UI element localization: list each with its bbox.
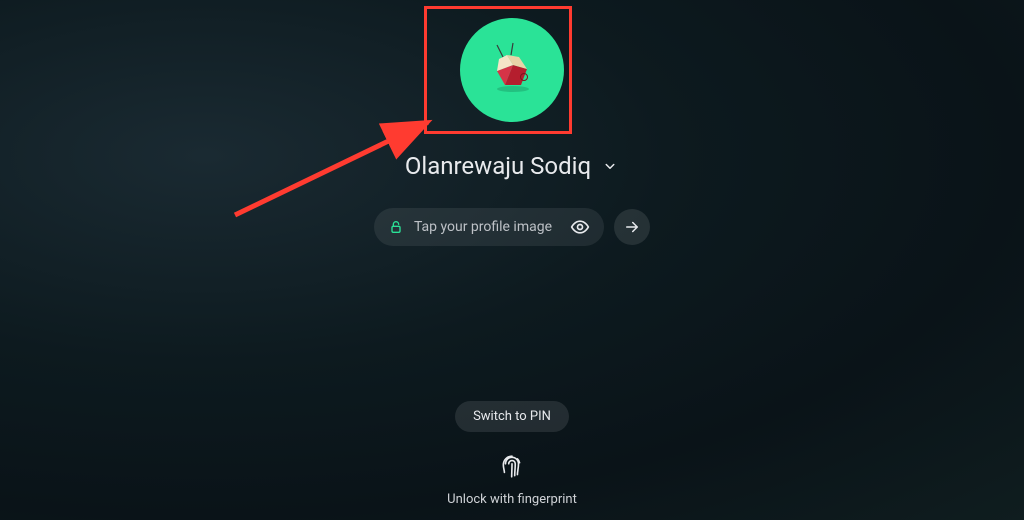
- lock-open-icon: [388, 218, 404, 236]
- avatar[interactable]: [460, 18, 564, 122]
- auth-input[interactable]: Tap your profile image: [374, 208, 604, 246]
- switch-to-pin-label: Switch to PIN: [473, 409, 551, 424]
- auth-input-row: Tap your profile image: [374, 208, 650, 246]
- lock-screen: Olanrewaju Sodiq Tap your profile image: [0, 0, 1024, 507]
- chevron-down-icon: [601, 157, 619, 175]
- username-dropdown[interactable]: Olanrewaju Sodiq: [405, 152, 619, 180]
- username-label: Olanrewaju Sodiq: [405, 152, 591, 180]
- switch-to-pin-button[interactable]: Switch to PIN: [455, 401, 569, 432]
- arrow-right-icon: [623, 218, 641, 236]
- avatar-image: [477, 35, 547, 105]
- eye-icon[interactable]: [570, 217, 590, 237]
- fingerprint-icon[interactable]: [499, 454, 525, 480]
- fingerprint-label: Unlock with fingerprint: [447, 492, 577, 507]
- submit-button[interactable]: [614, 209, 650, 245]
- auth-input-placeholder: Tap your profile image: [414, 219, 552, 235]
